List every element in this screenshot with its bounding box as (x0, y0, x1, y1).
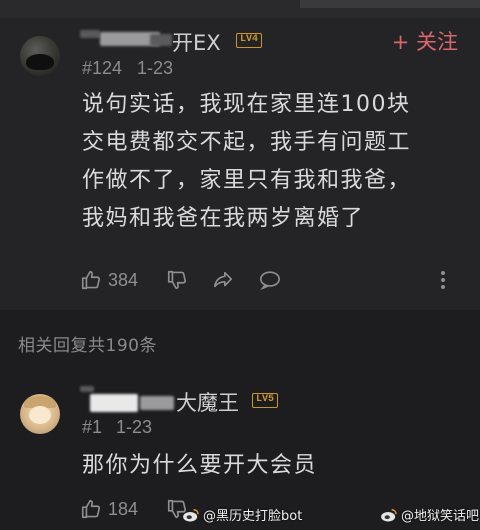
watermark-text: @地狱笑话吧 (401, 509, 480, 524)
comment-line: 我妈和我爸在我两岁离婚了 (82, 206, 365, 231)
watermark: @黑历史打脸bot (182, 505, 302, 524)
avatar-shape (26, 54, 54, 70)
dislike-button[interactable] (166, 266, 188, 294)
blurred-username-part (150, 34, 172, 46)
comment-icon (260, 271, 280, 291)
post-date: 1-23 (137, 58, 174, 78)
share-icon (213, 271, 233, 288)
floor-number: #1 (82, 417, 103, 437)
level-badge: LV5 (252, 393, 279, 408)
replies-count-label[interactable]: 相关回复共190条 (18, 331, 157, 356)
blurred-username-part (80, 386, 94, 392)
watermark-text: @黑历史打脸bot (203, 509, 303, 524)
comment-line: 交电费都交不起，我手有问题工 (82, 130, 412, 155)
level-badge: LV4 (236, 33, 263, 48)
like-count: 384 (108, 269, 139, 290)
thumb-up-icon (81, 270, 101, 290)
floor-number: #124 (82, 58, 123, 78)
username[interactable]: 大魔王 (176, 387, 239, 417)
comment-actions: 384 (80, 266, 460, 294)
like-button[interactable]: 384 (80, 266, 138, 294)
like-count: 184 (108, 498, 139, 519)
share-button[interactable] (212, 266, 234, 294)
weibo-logo-icon (381, 508, 397, 522)
like-button[interactable]: 184 (80, 495, 138, 523)
comment-text: 说句实话，我现在家里连100块 交电费都交不起，我手有问题工 作做不了，家里只有… (82, 86, 467, 238)
avatar[interactable] (20, 394, 60, 434)
post-date: 1-23 (116, 417, 153, 437)
comment-line: 作做不了，家里只有我和我爸， (82, 168, 412, 193)
more-button[interactable] (440, 266, 446, 294)
username[interactable]: 开EX (172, 27, 221, 57)
comment-text: 那你为什么要开大会员 (82, 447, 467, 485)
watermark: @地狱笑话吧 (380, 505, 479, 524)
blurred-username-part (90, 394, 138, 412)
thumb-down-icon (167, 270, 187, 290)
top-strip (0, 0, 480, 18)
top-strip-segment (300, 0, 480, 8)
more-icon (441, 271, 445, 289)
follow-button[interactable]: + 关注 (392, 26, 458, 56)
comment-line: 说句实话，我现在家里连100块 (82, 92, 411, 117)
blurred-username-part (140, 396, 174, 410)
weibo-logo-icon (183, 508, 199, 522)
avatar-face (29, 406, 51, 424)
comment-line: 那你为什么要开大会员 (82, 453, 318, 478)
reply-button[interactable] (258, 266, 282, 294)
avatar[interactable] (20, 36, 60, 76)
blurred-username-part (80, 30, 100, 38)
thumb-up-icon (81, 499, 101, 519)
